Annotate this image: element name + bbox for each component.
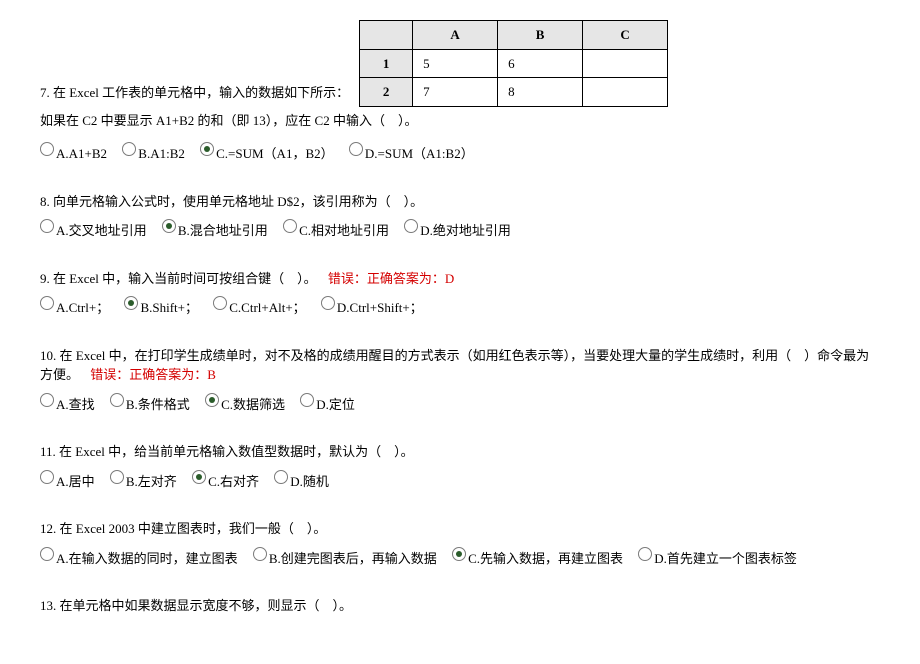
q7-lead: 7. 在 Excel 工作表的单元格中，输入的数据如下所示： bbox=[40, 83, 349, 107]
q10-radio-b[interactable] bbox=[110, 393, 124, 407]
q11-text: 11. 在 Excel 中，给当前单元格输入数值型数据时，默认为（ ）。 bbox=[40, 442, 880, 462]
q9-radio-a[interactable] bbox=[40, 296, 54, 310]
q10-radio-d[interactable] bbox=[300, 393, 314, 407]
q12-radio-d[interactable] bbox=[638, 547, 652, 561]
q9-opt-d: D.Ctrl+Shift+； bbox=[337, 300, 423, 315]
q10-opt-a: A.查找 bbox=[56, 397, 95, 412]
q9-radio-c[interactable] bbox=[213, 296, 227, 310]
q8-radio-d[interactable] bbox=[404, 219, 418, 233]
q8-radio-a[interactable] bbox=[40, 219, 54, 233]
question-9: 9. 在 Excel 中，输入当前时间可按组合键（ ）。 错误：正确答案为：D … bbox=[40, 269, 880, 318]
q10-radio-a[interactable] bbox=[40, 393, 54, 407]
question-10: 10. 在 Excel 中，在打印学生成绩单时，对不及格的成绩用醒目的方式表示（… bbox=[40, 346, 880, 415]
q12-radio-b[interactable] bbox=[253, 547, 267, 561]
cell-a2: 7 bbox=[413, 78, 498, 107]
q7-opt-c: C.=SUM（A1，B2） bbox=[216, 146, 334, 161]
q11-opt-a: A.居中 bbox=[56, 474, 95, 489]
q9-radio-b[interactable] bbox=[124, 296, 138, 310]
q8-radio-b[interactable] bbox=[162, 219, 176, 233]
question-12: 12. 在 Excel 2003 中建立图表时，我们一般（ ）。 A.在输入数据… bbox=[40, 519, 880, 568]
cell-b1: 6 bbox=[498, 49, 583, 78]
table-row1-head: 1 bbox=[360, 49, 413, 78]
table-header-a: A bbox=[413, 21, 498, 50]
q11-opt-c: C.右对齐 bbox=[208, 474, 259, 489]
q12-opt-b: B.创建完图表后，再输入数据 bbox=[269, 551, 437, 566]
table-corner bbox=[360, 21, 413, 50]
q8-text: 8. 向单元格输入公式时，使用单元格地址 D$2，该引用称为（ ）。 bbox=[40, 192, 880, 212]
q8-opt-d: D.绝对地址引用 bbox=[420, 223, 511, 238]
q12-opt-a: A.在输入数据的同时，建立图表 bbox=[56, 551, 238, 566]
q11-radio-c[interactable] bbox=[192, 470, 206, 484]
q8-opt-b: B.混合地址引用 bbox=[178, 223, 268, 238]
q7-radio-d[interactable] bbox=[349, 142, 363, 156]
q12-text: 12. 在 Excel 2003 中建立图表时，我们一般（ ）。 bbox=[40, 519, 880, 539]
question-8: 8. 向单元格输入公式时，使用单元格地址 D$2，该引用称为（ ）。 A.交叉地… bbox=[40, 192, 880, 241]
q7-radio-c[interactable] bbox=[200, 142, 214, 156]
table-header-c: C bbox=[583, 21, 668, 50]
q9-opt-a: A.Ctrl+； bbox=[56, 300, 109, 315]
q7-opt-a: A.A1+B2 bbox=[56, 146, 107, 161]
question-13: 13. 在单元格中如果数据显示宽度不够，则显示（ ）。 bbox=[40, 596, 880, 616]
q11-opt-d: D.随机 bbox=[290, 474, 329, 489]
q7-opt-b: B.A1:B2 bbox=[138, 146, 185, 161]
q7-radio-a[interactable] bbox=[40, 142, 54, 156]
q12-opt-c: C.先输入数据，再建立图表 bbox=[468, 551, 623, 566]
q9-text: 9. 在 Excel 中，输入当前时间可按组合键（ ）。 bbox=[40, 271, 317, 286]
cell-c1 bbox=[583, 49, 668, 78]
q11-radio-a[interactable] bbox=[40, 470, 54, 484]
q11-opt-b: B.左对齐 bbox=[126, 474, 177, 489]
q9-opt-b: B.Shift+； bbox=[140, 300, 198, 315]
question-7: 7. 在 Excel 工作表的单元格中，输入的数据如下所示： A B C 1 5… bbox=[40, 20, 880, 164]
q12-radio-a[interactable] bbox=[40, 547, 54, 561]
q11-radio-b[interactable] bbox=[110, 470, 124, 484]
q10-opt-c: C.数据筛选 bbox=[221, 397, 285, 412]
question-11: 11. 在 Excel 中，给当前单元格输入数值型数据时，默认为（ ）。 A.居… bbox=[40, 442, 880, 491]
q10-error: 错误：正确答案为：B bbox=[90, 367, 216, 382]
cell-a1: 5 bbox=[413, 49, 498, 78]
q9-error: 错误：正确答案为：D bbox=[328, 271, 454, 286]
q8-opt-c: C.相对地址引用 bbox=[299, 223, 389, 238]
q11-radio-d[interactable] bbox=[274, 470, 288, 484]
q12-opt-d: D.首先建立一个图表标签 bbox=[654, 551, 797, 566]
q8-opt-a: A.交叉地址引用 bbox=[56, 223, 147, 238]
table-header-b: B bbox=[498, 21, 583, 50]
cell-c2 bbox=[583, 78, 668, 107]
q10-opt-d: D.定位 bbox=[316, 397, 355, 412]
q10-radio-c[interactable] bbox=[205, 393, 219, 407]
q9-radio-d[interactable] bbox=[321, 296, 335, 310]
q8-radio-c[interactable] bbox=[283, 219, 297, 233]
q7-trail: 如果在 C2 中要显示 A1+B2 的和（即 13），应在 C2 中输入（ ）。 bbox=[40, 111, 417, 135]
q13-text: 13. 在单元格中如果数据显示宽度不够，则显示（ ）。 bbox=[40, 596, 880, 616]
q10-opt-b: B.条件格式 bbox=[126, 397, 190, 412]
q9-opt-c: C.Ctrl+Alt+； bbox=[229, 300, 305, 315]
q7-table: A B C 1 5 6 2 7 8 bbox=[359, 20, 668, 107]
cell-b2: 8 bbox=[498, 78, 583, 107]
q7-opt-d: D.=SUM（A1:B2） bbox=[365, 146, 474, 161]
table-row2-head: 2 bbox=[360, 78, 413, 107]
q7-radio-b[interactable] bbox=[122, 142, 136, 156]
q12-radio-c[interactable] bbox=[452, 547, 466, 561]
